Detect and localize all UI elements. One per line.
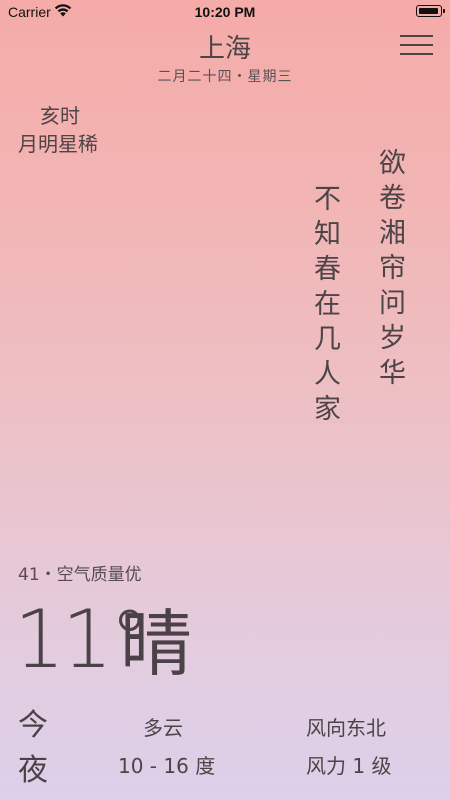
menu-line bbox=[400, 44, 433, 46]
battery-icon bbox=[416, 5, 445, 17]
wind-force: 风力 1 级 bbox=[306, 754, 392, 778]
forecast-condition: 多云 bbox=[143, 716, 183, 740]
today-label: 今 bbox=[18, 708, 48, 743]
status-bar: Carrier 10:20 PM bbox=[0, 0, 450, 24]
menu-line bbox=[400, 53, 433, 55]
forecast-temperature-range: 10 - 16 度 bbox=[118, 754, 216, 778]
status-time: 10:20 PM bbox=[194, 4, 256, 20]
hamburger-menu-icon[interactable] bbox=[400, 34, 433, 56]
city-title[interactable]: 上海 bbox=[0, 28, 450, 65]
poem-line-1: 欲卷湘帘问岁华 bbox=[374, 148, 405, 393]
date-subtitle: 二月二十四・星期三 bbox=[157, 69, 293, 85]
air-quality-label: 41・空气质量优 bbox=[18, 565, 142, 585]
current-condition: 晴 bbox=[120, 602, 193, 686]
time-phrase-label: 月明星稀 bbox=[18, 132, 98, 156]
wind-direction: 风向东北 bbox=[306, 716, 386, 740]
poem-line-2: 不知春在几人家 bbox=[309, 184, 340, 429]
tonight-label: 夜 bbox=[18, 753, 48, 788]
time-period-label: 亥时 bbox=[40, 104, 80, 128]
menu-line bbox=[400, 35, 433, 37]
